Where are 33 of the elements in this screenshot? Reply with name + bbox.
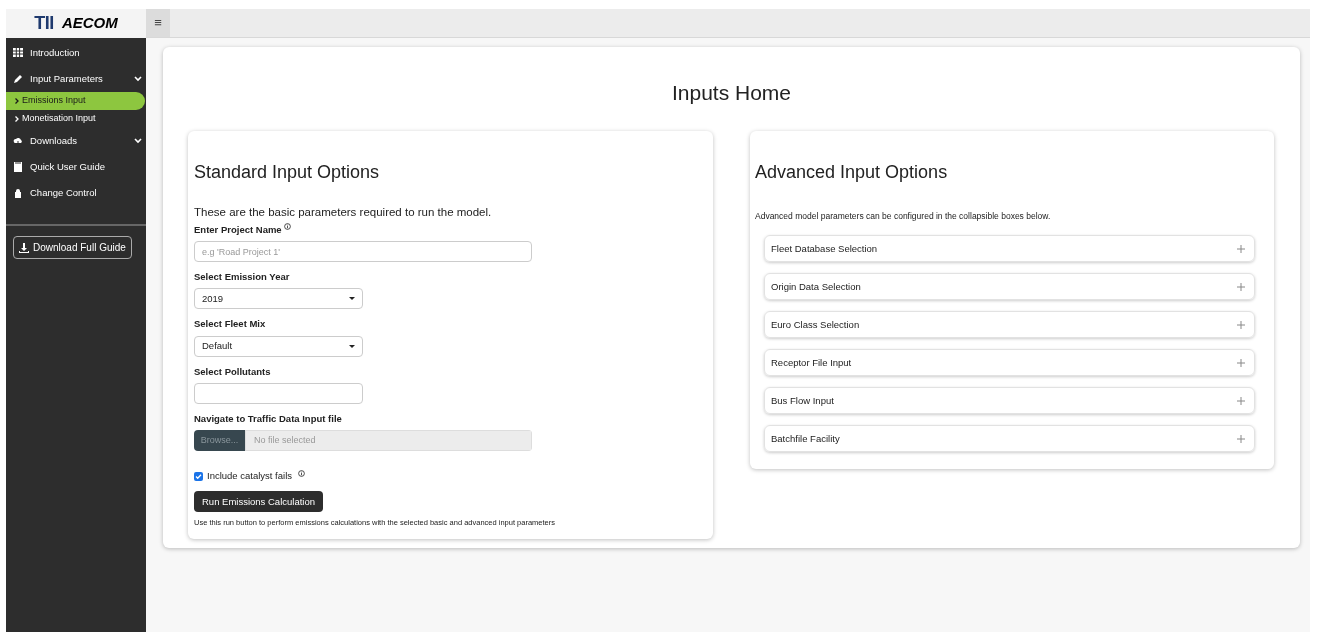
field-label: Select Pollutants [194, 364, 271, 379]
page-title: Inputs Home [670, 80, 793, 106]
sidebar-subitem[interactable]: Monetisation Input [6, 110, 146, 128]
sidebar-item[interactable]: Introduction [6, 40, 146, 66]
field-label: Navigate to Traffic Data Input file [194, 411, 342, 426]
collapsible-box[interactable]: Euro Class Selection [764, 311, 1255, 339]
description-text: Advanced model parameters can be configured in the collapsible boxes below. [755, 209, 1052, 223]
menu-button[interactable]: ≡ [146, 9, 170, 37]
file-name-field[interactable]: No file selected [245, 430, 532, 451]
logo-text: TII [34, 12, 54, 35]
text-field[interactable]: e.g 'Road Project 1' [194, 241, 532, 262]
card-title: Advanced Input Options [755, 160, 949, 184]
collapsible-box[interactable]: Fleet Database Selection [764, 235, 1255, 263]
sidebar-item[interactable]: Input Parameters [6, 66, 146, 92]
sidebar-item[interactable]: Quick User Guide [6, 154, 146, 180]
run-button[interactable]: Run Emissions Calculation [194, 491, 323, 513]
logo-text: AECOM [61, 13, 118, 34]
field-label: Select Fleet Mix [194, 317, 266, 332]
collapsible-box[interactable]: Origin Data Selection [764, 273, 1255, 301]
field-label: Select Emission Year [194, 270, 290, 284]
checkbox-label: Include catalyst fails [207, 469, 292, 483]
dropdown[interactable]: 2019 [194, 288, 363, 310]
dropdown[interactable]: Default [194, 335, 363, 357]
field-label: Enter Project Name [194, 222, 282, 237]
card-title: Standard Input Options [194, 160, 381, 184]
sidebar-subitem[interactable]: Emissions Input [6, 92, 145, 110]
sidebar-item[interactable]: Downloads [6, 128, 146, 154]
sidebar-item[interactable]: Change Control [6, 180, 146, 206]
collapsible-box[interactable]: Batchfile Facility [764, 425, 1255, 453]
description-text: These are the basic parameters required to run the model. [194, 204, 493, 220]
download-full-guide-button[interactable]: Download Full Guide [13, 236, 132, 259]
collapsible-box[interactable]: Bus Flow Input [764, 387, 1255, 415]
collapsible-box[interactable]: Receptor File Input [764, 349, 1255, 377]
